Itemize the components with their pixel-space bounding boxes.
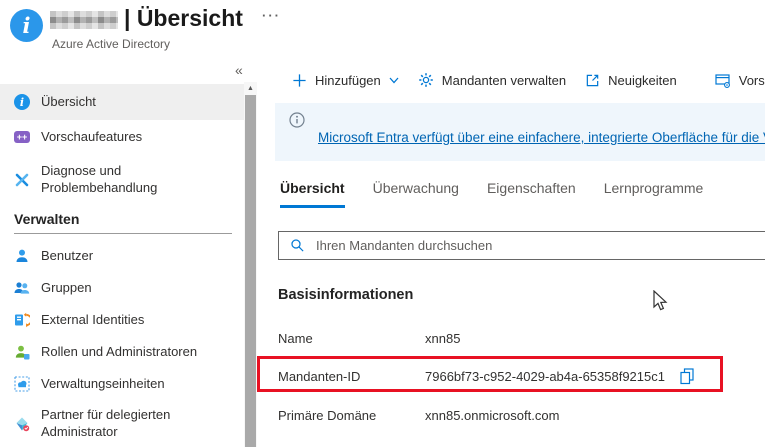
mouse-cursor <box>650 290 670 312</box>
search-input[interactable] <box>314 237 765 254</box>
info-row-tenant-id: Mandanten-ID 7966bf73-c952-4029-ab4a-653… <box>278 367 696 386</box>
search-icon <box>290 238 305 253</box>
open-in-new-icon <box>585 73 600 88</box>
sidebar-item-partner[interactable]: Partner für delegierten Administrator <box>0 400 244 447</box>
azure-ad-info-icon: i <box>10 9 43 42</box>
info-value: xnn85 <box>425 331 460 346</box>
partner-icon <box>14 416 30 432</box>
scroll-up-icon[interactable]: ▲ <box>244 82 257 95</box>
manage-tenants-button[interactable]: Mandanten verwalten <box>418 72 566 88</box>
basic-info-title: Basisinformationen <box>278 287 413 303</box>
tenant-id-value: 7966bf73-c952-4029-ab4a-65358f9215c1 <box>425 369 665 384</box>
tab-ueberwachung[interactable]: Überwachung <box>373 180 459 208</box>
info-outline-icon <box>289 112 305 128</box>
tab-eigenschaften[interactable]: Eigenschaften <box>487 180 576 208</box>
page-subtitle: Azure Active Directory <box>52 37 170 51</box>
preview-features-button[interactable]: Vorsc <box>715 73 765 88</box>
redacted-tenant-name <box>50 11 118 29</box>
chevron-down-icon <box>389 77 399 84</box>
add-button[interactable]: Hinzufügen <box>292 73 399 88</box>
command-bar: Hinzufügen Mandanten verwalten <box>258 60 765 100</box>
entra-banner-link[interactable]: Microsoft Entra verfügt über eine einfac… <box>318 130 765 145</box>
info-label: Mandanten-ID <box>278 369 425 384</box>
entra-info-banner: Microsoft Entra verfügt über eine einfac… <box>275 103 765 161</box>
more-options-icon[interactable]: ··· <box>262 8 281 23</box>
roles-icon <box>14 344 30 360</box>
sidebar-item-external-identities[interactable]: External Identities <box>0 304 244 336</box>
info-value: xnn85.onmicrosoft.com <box>425 408 559 423</box>
scrollbar-thumb[interactable] <box>245 95 256 447</box>
info-icon: i <box>14 94 30 110</box>
tab-uebersicht[interactable]: Übersicht <box>280 180 345 208</box>
plus-icon <box>292 73 307 88</box>
admin-units-icon <box>14 376 30 392</box>
gear-icon <box>418 72 434 88</box>
diagnose-icon <box>14 172 30 188</box>
azure-ad-overview-page: i | Übersicht Azure Active Directory ···… <box>0 0 765 447</box>
sidebar-scrollbar[interactable]: ▲ <box>244 82 257 447</box>
user-icon <box>14 248 30 264</box>
sidebar-item-rollen[interactable]: Rollen und Administratoren <box>0 336 244 368</box>
preview-features-icon: ++ <box>14 129 30 145</box>
external-identities-icon <box>14 312 30 328</box>
info-label: Primäre Domäne <box>278 408 425 423</box>
info-row-primary-domain: Primäre Domäne xnn85.onmicrosoft.com <box>278 408 559 423</box>
sidebar-item-uebersicht[interactable]: i Übersicht <box>0 84 244 120</box>
preview-features-toolbar-icon <box>715 73 731 88</box>
sidebar-item-verwaltungseinheiten[interactable]: Verwaltungseinheiten <box>0 368 244 400</box>
info-row-name: Name xnn85 <box>278 331 460 346</box>
tab-lernprogramme[interactable]: Lernprogramme <box>604 180 704 208</box>
page-title: | Übersicht <box>124 5 243 32</box>
sidebar-divider <box>14 233 232 234</box>
sidebar-item-diagnose[interactable]: Diagnose und Problembehandlung <box>0 155 244 205</box>
group-sidebar-item-gruppen[interactable]: Gruppen <box>0 272 244 304</box>
whats-new-button[interactable]: Neuigkeiten <box>585 73 677 88</box>
copy-icon[interactable] <box>678 367 696 386</box>
sidebar-item-benutzer[interactable]: Benutzer <box>0 240 244 272</box>
group-icon <box>14 280 30 296</box>
collapse-sidebar-icon[interactable]: « <box>235 62 243 78</box>
sidebar-section-verwalten: Verwalten <box>14 211 79 227</box>
tab-bar: Übersicht Überwachung Eigenschaften Lern… <box>280 180 703 208</box>
info-label: Name <box>278 331 425 346</box>
tenant-search-box[interactable] <box>278 231 765 260</box>
sidebar-item-vorschaufeatures[interactable]: ++ Vorschaufeatures <box>0 121 244 153</box>
